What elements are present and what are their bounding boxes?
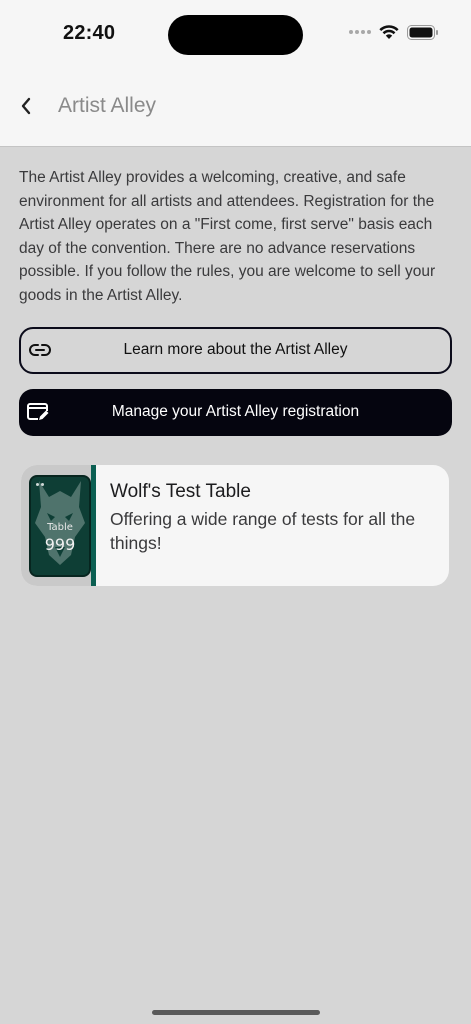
manage-registration-label: Manage your Artist Alley registration xyxy=(111,403,360,421)
dynamic-island xyxy=(168,15,303,55)
table-description: Offering a wide range of tests for all t… xyxy=(110,509,416,553)
table-card[interactable]: Table 999 Wolf's Test Table Offering a w… xyxy=(21,465,449,586)
phone-image: Table 999 xyxy=(29,475,91,577)
back-button[interactable] xyxy=(14,92,38,120)
battery-icon xyxy=(407,24,438,40)
wifi-icon xyxy=(379,25,399,39)
page-title: Artist Alley xyxy=(58,94,157,117)
intro-text: The Artist Alley provides a welcoming, c… xyxy=(19,169,436,304)
thumbnail-table-label: Table xyxy=(47,522,73,533)
learn-more-button[interactable]: Learn more about the Artist Alley xyxy=(19,326,452,374)
chevron-left-icon xyxy=(21,97,31,115)
status-icons xyxy=(349,24,439,40)
link-icon xyxy=(29,339,51,361)
table-thumbnail: Table 999 xyxy=(21,465,91,586)
learn-more-label: Learn more about the Artist Alley xyxy=(123,341,348,359)
header: 22:40 Artist Alley xyxy=(0,0,471,147)
table-name: Wolf's Test Table xyxy=(110,481,251,502)
manage-registration-button[interactable]: Manage your Artist Alley registration xyxy=(19,388,452,436)
cellular-signal-icon xyxy=(349,30,371,34)
status-time: 22:40 xyxy=(63,22,116,44)
home-indicator[interactable] xyxy=(152,1010,320,1015)
main-content: The Artist Alley provides a welcoming, c… xyxy=(19,166,454,436)
edit-window-icon xyxy=(27,401,49,423)
thumbnail-table-number: 999 xyxy=(44,535,76,554)
